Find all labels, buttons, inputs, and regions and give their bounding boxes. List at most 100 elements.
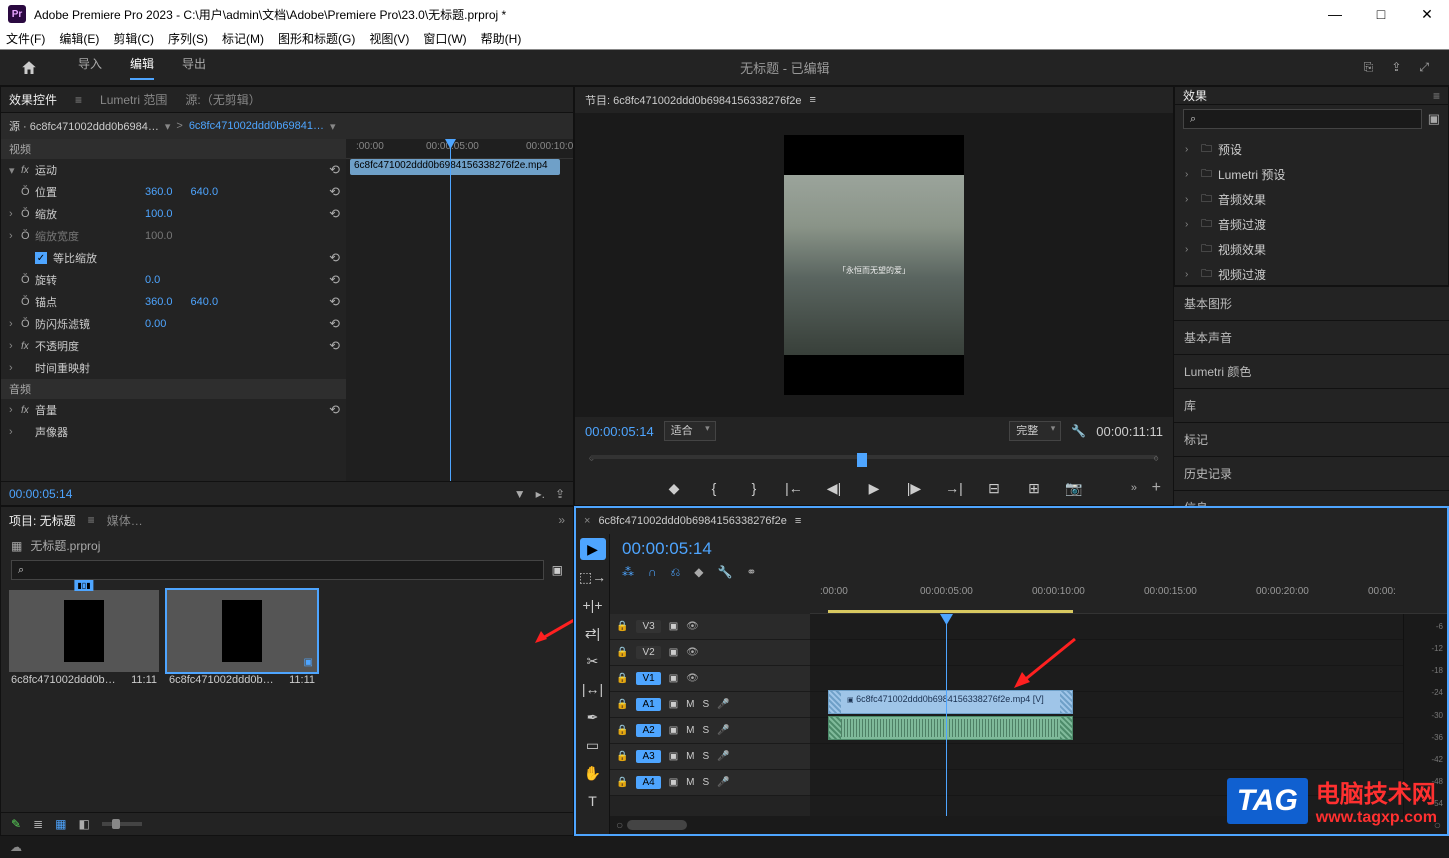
scrubber-thumb[interactable] [857, 453, 867, 467]
reset-icon[interactable]: ⟲ [329, 338, 340, 354]
solo-button[interactable]: S [702, 777, 709, 788]
track-select-tool[interactable]: ⬚→ [580, 566, 606, 588]
razor-tool[interactable]: ✂ [580, 650, 606, 672]
ec-playhead[interactable] [450, 139, 451, 481]
step-back-button[interactable]: ◀| [825, 480, 843, 497]
panel-essential-sound[interactable]: 基本声音 [1174, 320, 1449, 354]
menu-clip[interactable]: 剪辑(C) [113, 30, 154, 47]
reset-icon[interactable]: ⟲ [329, 162, 340, 178]
window-close-button[interactable]: ✕ [1413, 6, 1441, 23]
more-tabs-icon[interactable]: » [558, 513, 565, 527]
export-frame-button[interactable]: 📷 [1065, 480, 1083, 497]
list-view-icon[interactable]: ≣ [33, 817, 43, 831]
timeline-timecode[interactable]: 00:00:05:14 [622, 539, 756, 559]
track-header-v1[interactable]: 🔒V1▣👁 [610, 666, 810, 692]
filter-bin-icon[interactable]: ▣ [552, 563, 563, 577]
lock-icon[interactable]: 🔒 [616, 621, 628, 632]
scale-val[interactable]: 100.0 [145, 208, 173, 220]
marker-icon[interactable]: ◆ [694, 565, 703, 579]
track-header-a3[interactable]: 🔒A3▣MS🎤 [610, 744, 810, 770]
lock-icon[interactable]: 🔒 [616, 647, 628, 658]
eye-icon[interactable]: 👁 [686, 673, 699, 684]
tab-lumetri-scopes[interactable]: Lumetri 范围 [100, 91, 167, 108]
wrench-icon[interactable]: 🔧 [1071, 424, 1086, 438]
toggle-output-icon[interactable]: ▣ [669, 751, 678, 762]
window-minimize-button[interactable]: — [1321, 6, 1349, 23]
rotation-val[interactable]: 0.0 [145, 274, 160, 286]
reset-icon[interactable]: ⟲ [329, 402, 340, 418]
effects-folder-video-trans[interactable]: ›🗀视频过渡 [1175, 262, 1448, 286]
ec-clip-link[interactable]: 6c8fc471002ddd0b69841… [189, 120, 324, 132]
anchor-x[interactable]: 360.0 [145, 296, 173, 308]
track-header-a1[interactable]: 🔒A1▣MS🎤 [610, 692, 810, 718]
prop-panner[interactable]: 声像器 [35, 424, 145, 440]
menu-edit[interactable]: 编辑(E) [59, 30, 99, 47]
reset-icon[interactable]: ⟲ [329, 316, 340, 332]
reset-icon[interactable]: ⟲ [329, 250, 340, 266]
eye-icon[interactable]: 👁 [686, 647, 699, 658]
track-header-a2[interactable]: 🔒A2▣MS🎤 [610, 718, 810, 744]
stopwatch-icon[interactable]: Ŏ [21, 186, 35, 198]
workspace-tab-edit[interactable]: 编辑 [130, 55, 154, 80]
window-maximize-button[interactable]: □ [1367, 6, 1395, 23]
add-marker-button[interactable]: ◆ [665, 480, 683, 497]
toggle-output-icon[interactable]: ▣ [669, 621, 678, 632]
workspace-tab-export[interactable]: 导出 [182, 55, 206, 80]
panel-menu-icon[interactable]: ≡ [88, 513, 95, 527]
voice-over-icon[interactable]: 🎤 [717, 777, 729, 788]
tab-media-browser[interactable]: 媒体… [107, 512, 143, 529]
program-tc-current[interactable]: 00:00:05:14 [585, 424, 654, 439]
mute-button[interactable]: M [686, 777, 694, 788]
panel-menu-icon[interactable]: ≡ [1433, 89, 1440, 103]
go-to-in-button[interactable]: |← [785, 480, 803, 496]
hand-tool[interactable]: ✋ [580, 762, 606, 784]
solo-button[interactable]: S [702, 751, 709, 762]
track-header-v3[interactable]: 🔒V3▣👁 [610, 614, 810, 640]
mute-button[interactable]: M [686, 751, 694, 762]
thumbnail-size-slider[interactable] [102, 822, 142, 826]
voice-over-icon[interactable]: 🎤 [717, 725, 729, 736]
work-area-bar[interactable] [828, 610, 1073, 613]
effects-search-input[interactable] [1183, 109, 1422, 129]
rectangle-tool[interactable]: ▭ [580, 734, 606, 756]
voice-over-icon[interactable]: 🎤 [717, 699, 729, 710]
new-bin-icon[interactable]: ▣ [1428, 111, 1440, 127]
ripple-edit-tool[interactable]: +|+ [580, 594, 606, 616]
cc-sync-icon[interactable]: ☁ [10, 840, 22, 854]
reset-icon[interactable]: ⟲ [329, 272, 340, 288]
linked-selection-icon[interactable]: ⎌ [671, 565, 681, 580]
prop-time-remap[interactable]: 时间重映射 [35, 360, 145, 376]
panel-lumetri-color[interactable]: Lumetri 颜色 [1174, 354, 1449, 388]
flicker-val[interactable]: 0.00 [145, 318, 166, 330]
prop-opacity[interactable]: 不透明度 [35, 338, 145, 354]
slip-tool[interactable]: |↔| [580, 678, 606, 700]
project-search-input[interactable] [11, 560, 544, 580]
link-icon[interactable]: ⚭ [746, 565, 756, 579]
effects-folder-video-fx[interactable]: ›🗀视频效果 [1175, 237, 1448, 262]
tab-source-none[interactable]: 源:（无剪辑） [185, 91, 260, 108]
edit-icon[interactable]: ✎ [11, 817, 21, 831]
play-only-icon[interactable]: ▸. [536, 487, 545, 501]
rolling-edit-tool[interactable]: ⇄| [580, 622, 606, 644]
toggle-output-icon[interactable]: ▣ [669, 725, 678, 736]
fullscreen-icon[interactable]: ⤢ [1419, 60, 1429, 75]
zoom-select[interactable]: 适合 [664, 421, 716, 441]
effects-folder-audio-trans[interactable]: ›🗀音频过渡 [1175, 212, 1448, 237]
media-item[interactable]: ▮▯▮ 6c8fc471002ddd0b…11:11 [9, 590, 159, 688]
export-icon[interactable]: ⇪ [555, 487, 565, 501]
reset-icon[interactable]: ⟲ [329, 206, 340, 222]
lock-icon[interactable]: 🔒 [616, 699, 628, 710]
zoom-scrollbar-thumb[interactable] [627, 820, 687, 830]
mark-out-button[interactable]: } [745, 480, 763, 496]
menu-marker[interactable]: 标记(M) [222, 30, 264, 47]
lock-icon[interactable]: 🔒 [616, 673, 628, 684]
reset-icon[interactable]: ⟲ [329, 184, 340, 200]
mute-button[interactable]: M [686, 725, 694, 736]
voice-over-icon[interactable]: 🎤 [717, 751, 729, 762]
freeform-view-icon[interactable]: ◧ [78, 817, 89, 831]
reset-icon[interactable]: ⟲ [329, 294, 340, 310]
prop-volume[interactable]: 音量 [35, 402, 145, 418]
lock-icon[interactable]: 🔒 [616, 725, 628, 736]
mark-in-button[interactable]: { [705, 480, 723, 496]
menu-graphics[interactable]: 图形和标题(G) [278, 30, 355, 47]
